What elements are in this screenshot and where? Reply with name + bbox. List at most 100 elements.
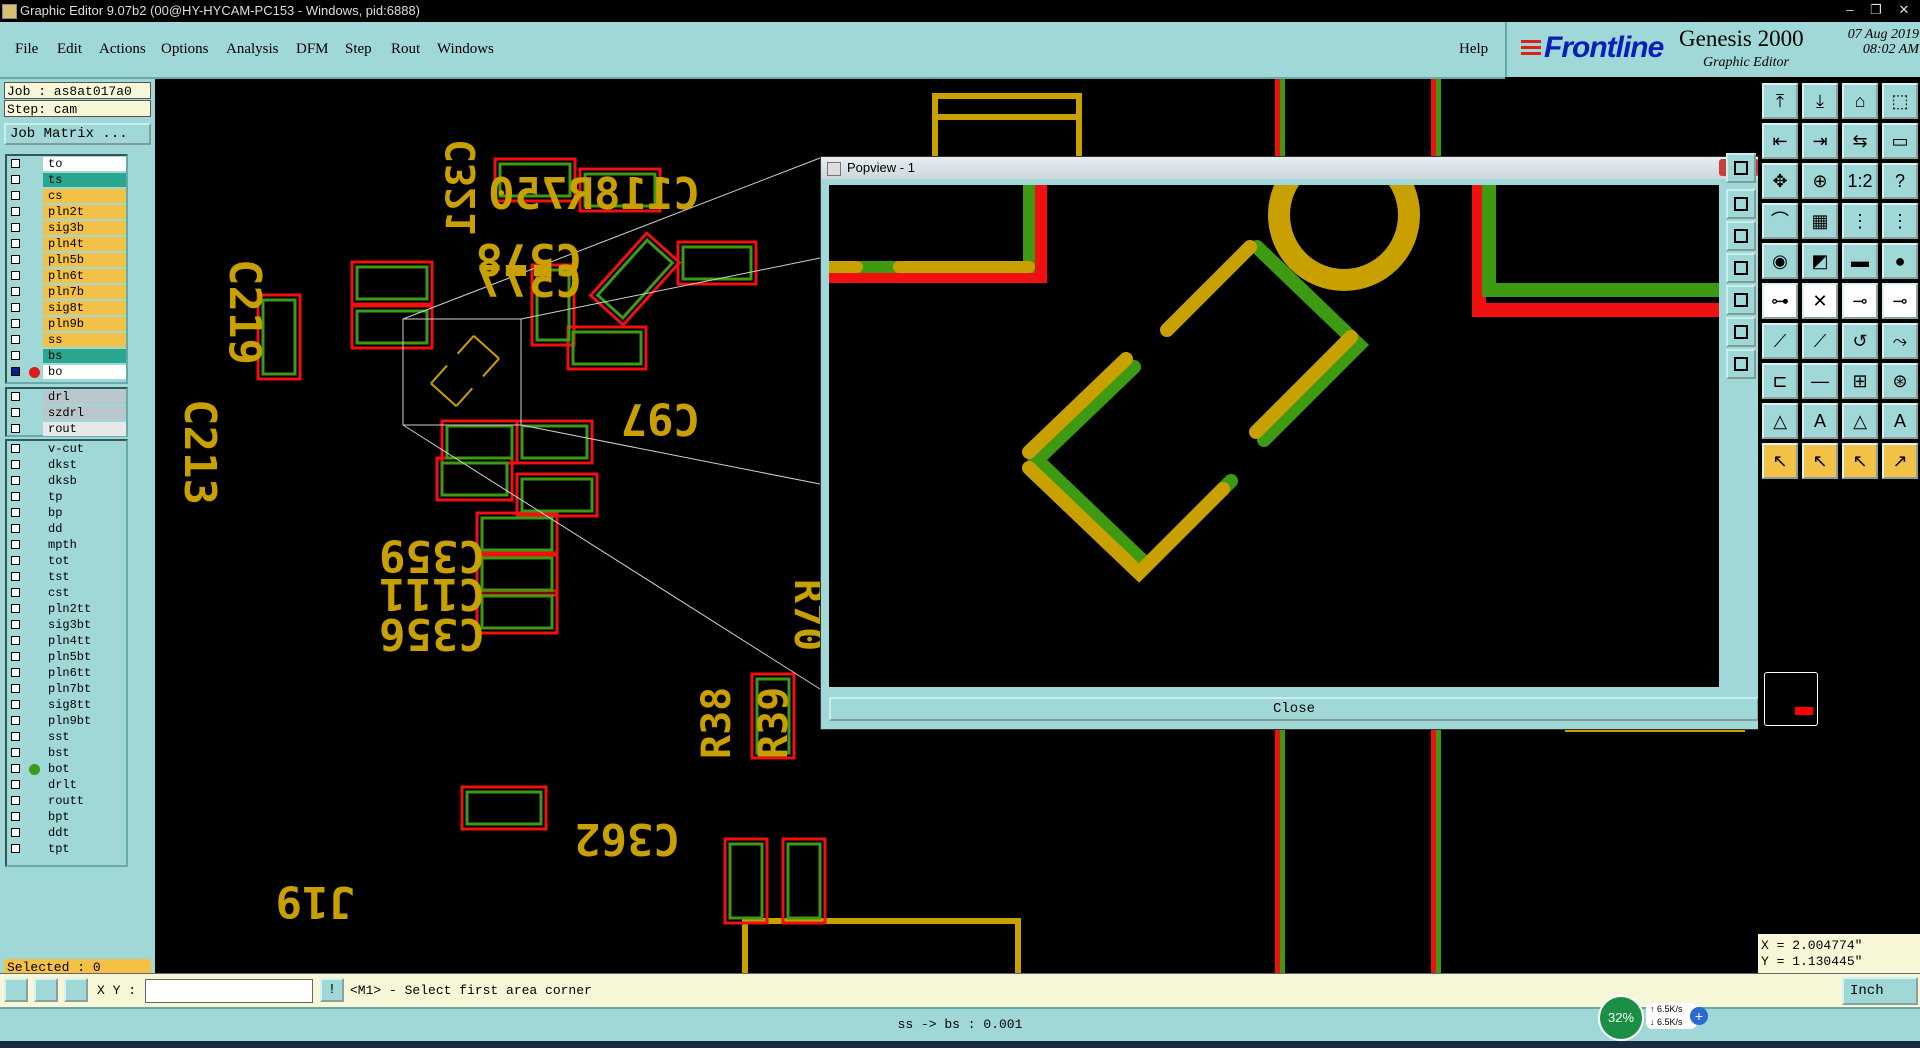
layer-row-pln2tt[interactable]: pln2tt: [7, 601, 126, 617]
xy-input[interactable]: [145, 979, 313, 1003]
layer-checkbox[interactable]: [11, 271, 20, 280]
layer-checkbox[interactable]: [11, 424, 20, 433]
menu-windows[interactable]: Windows: [437, 41, 494, 58]
tool-button-26-icon[interactable]: ⟋: [1802, 323, 1838, 359]
minimize-button[interactable]: –: [1838, 2, 1862, 18]
layer-row-pln5b[interactable]: pln5b: [7, 252, 126, 268]
tool-button-29-icon[interactable]: ⊏: [1762, 363, 1798, 399]
layer-row-pln7bt[interactable]: pln7bt: [7, 681, 126, 697]
menu-edit[interactable]: Edit: [57, 41, 82, 58]
layer-checkbox[interactable]: [11, 335, 20, 344]
layer-checkbox[interactable]: [11, 620, 20, 629]
tool-button-20-icon[interactable]: ●: [1882, 243, 1918, 279]
layer-row-ss[interactable]: ss: [7, 332, 126, 348]
unit-selector[interactable]: Inch: [1842, 977, 1918, 1005]
layer-checkbox[interactable]: [11, 844, 20, 853]
tool-button-37-icon[interactable]: ↖: [1762, 443, 1798, 479]
layer-checkbox[interactable]: [11, 255, 20, 264]
layer-checkbox[interactable]: [11, 207, 20, 216]
tool-button-8-icon[interactable]: ▭: [1882, 123, 1918, 159]
layer-checkbox[interactable]: [11, 508, 20, 517]
layer-checkbox[interactable]: [11, 764, 20, 773]
layer-checkbox[interactable]: [11, 780, 20, 789]
layer-checkbox[interactable]: [11, 556, 20, 565]
layer-row-pln6tt[interactable]: pln6tt: [7, 665, 126, 681]
layer-checkbox[interactable]: [11, 223, 20, 232]
layer-row-cst[interactable]: cst: [7, 585, 126, 601]
tool-button-19-icon[interactable]: ▬: [1842, 243, 1878, 279]
layer-row-tot[interactable]: tot: [7, 553, 126, 569]
tool-button-21-icon[interactable]: ⊶: [1762, 283, 1798, 319]
layer-checkbox[interactable]: [11, 524, 20, 533]
layer-row-pln9bt[interactable]: pln9bt: [7, 713, 126, 729]
popview-tool-zoom-out-icon[interactable]: [1726, 221, 1756, 251]
tool-button-9-icon[interactable]: ✥: [1762, 163, 1798, 199]
tool-button-23-icon[interactable]: ⊸: [1842, 283, 1878, 319]
layer-row-tpt[interactable]: tpt: [7, 841, 126, 857]
layer-row-pln5bt[interactable]: pln5bt: [7, 649, 126, 665]
layer-row-pln2t[interactable]: pln2t: [7, 204, 126, 220]
layer-row-bot[interactable]: bot: [7, 761, 126, 777]
layer-checkbox[interactable]: [11, 159, 20, 168]
popview-close-button[interactable]: Close: [829, 697, 1759, 721]
layer-row-dksb[interactable]: dksb: [7, 473, 126, 489]
tool-button-12-icon[interactable]: ?: [1882, 163, 1918, 199]
layer-row-pln7b[interactable]: pln7b: [7, 284, 126, 300]
menu-options[interactable]: Options: [161, 41, 209, 58]
layer-checkbox[interactable]: [11, 716, 20, 725]
layer-row-pln9b[interactable]: pln9b: [7, 316, 126, 332]
layer-row-sig3bt[interactable]: sig3bt: [7, 617, 126, 633]
layer-checkbox[interactable]: [11, 392, 20, 401]
layer-row-tp[interactable]: tp: [7, 489, 126, 505]
tool-button-5-icon[interactable]: ⇤: [1762, 123, 1798, 159]
tool-button-7-icon[interactable]: ⇆: [1842, 123, 1878, 159]
menu-dfm[interactable]: DFM: [296, 41, 329, 58]
layer-checkbox[interactable]: [11, 540, 20, 549]
layer-checkbox[interactable]: [11, 828, 20, 837]
popview-canvas[interactable]: [829, 185, 1719, 687]
tool-button-4-icon[interactable]: ⬚: [1882, 83, 1918, 119]
tool-button-10-icon[interactable]: ⊕: [1802, 163, 1838, 199]
layer-checkbox[interactable]: [11, 732, 20, 741]
layer-checkbox[interactable]: [11, 588, 20, 597]
layer-row-sig8tt[interactable]: sig8tt: [7, 697, 126, 713]
plus-icon[interactable]: +: [1690, 1007, 1708, 1025]
maximize-button[interactable]: ❐: [1864, 2, 1888, 18]
layer-checkbox[interactable]: [11, 239, 20, 248]
tool-button-31-icon[interactable]: ⊞: [1842, 363, 1878, 399]
tool-button-15-icon[interactable]: ⋮: [1842, 203, 1878, 239]
snap-icon[interactable]: [4, 978, 28, 1002]
layer-row-bp[interactable]: bp: [7, 505, 126, 521]
measure-icon[interactable]: [34, 978, 58, 1002]
layer-row-rout[interactable]: rout: [7, 421, 126, 437]
popview-tool-zoom-in-icon[interactable]: [1726, 189, 1756, 219]
popview-tool-center-icon[interactable]: [1726, 317, 1756, 347]
layer-checkbox[interactable]: [11, 748, 20, 757]
layer-checkbox[interactable]: [11, 444, 20, 453]
menu-analysis[interactable]: Analysis: [226, 41, 279, 58]
prompt-button[interactable]: !: [320, 978, 344, 1002]
network-monitor[interactable]: 32% ↑ 6.5K/s ↓ 6.5K/s +: [1598, 995, 1710, 1041]
job-matrix-button[interactable]: Job Matrix ...: [4, 123, 151, 145]
menu-actions[interactable]: Actions: [99, 41, 146, 58]
menu-rout[interactable]: Rout: [391, 41, 420, 58]
layer-checkbox[interactable]: [11, 408, 20, 417]
tool-button-39-icon[interactable]: ↖: [1842, 443, 1878, 479]
popview-tool-refresh-icon[interactable]: [1726, 349, 1756, 379]
layer-checkbox[interactable]: [11, 652, 20, 661]
tool-button-34-icon[interactable]: A: [1802, 403, 1838, 439]
layer-checkbox[interactable]: [11, 367, 20, 376]
menu-file[interactable]: File: [15, 41, 38, 58]
tool-button-3-icon[interactable]: ⌂: [1842, 83, 1878, 119]
tool-button-6-icon[interactable]: ⇥: [1802, 123, 1838, 159]
layer-row-pln4t[interactable]: pln4t: [7, 236, 126, 252]
layer-checkbox[interactable]: [11, 319, 20, 328]
tool-button-32-icon[interactable]: ⊛: [1882, 363, 1918, 399]
layer-row-sig3b[interactable]: sig3b: [7, 220, 126, 236]
tool-button-17-icon[interactable]: ◉: [1762, 243, 1798, 279]
tool-button-18-icon[interactable]: ◩: [1802, 243, 1838, 279]
layer-checkbox[interactable]: [11, 636, 20, 645]
tool-button-35-icon[interactable]: △: [1842, 403, 1878, 439]
tool-button-14-icon[interactable]: ▦: [1802, 203, 1838, 239]
tool-button-2-icon[interactable]: ⤓: [1802, 83, 1838, 119]
